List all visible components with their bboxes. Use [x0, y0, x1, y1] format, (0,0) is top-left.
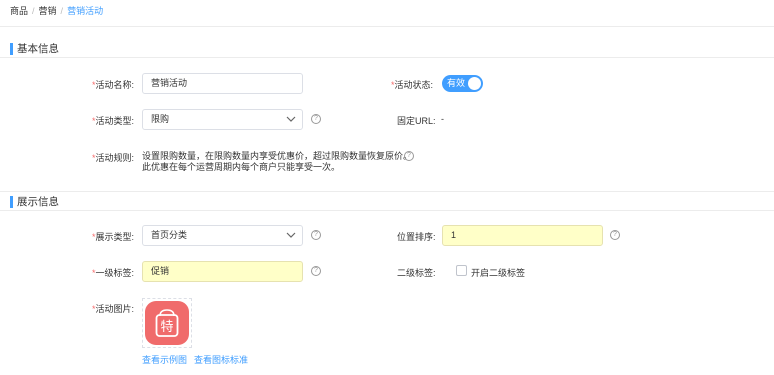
activity-type-label: *活动类型:	[92, 116, 135, 126]
fixed-url-label: 固定URL:	[397, 116, 436, 126]
breadcrumb-current: 营销活动	[67, 6, 104, 16]
view-example-link[interactable]: 查看示例图	[142, 353, 187, 366]
breadcrumb-item-marketing[interactable]: 营销	[39, 6, 57, 16]
toggle-text: 有效	[447, 78, 466, 88]
divider	[0, 26, 774, 27]
fixed-url-value: -	[441, 114, 444, 124]
position-sort-input[interactable]: 1	[442, 225, 603, 246]
section-marker	[10, 42, 13, 55]
chevron-down-icon	[286, 116, 296, 122]
display-type-label: *展示类型:	[92, 232, 135, 242]
activity-name-input[interactable]: 营销活动	[142, 73, 303, 94]
divider	[0, 57, 774, 58]
section-title: 展示信息	[17, 196, 59, 208]
divider	[0, 191, 774, 192]
activity-image-label: *活动图片:	[92, 304, 135, 314]
help-icon[interactable]: ?	[311, 266, 321, 276]
breadcrumb-item-goods[interactable]: 商品	[10, 6, 28, 16]
help-icon[interactable]: ?	[311, 230, 321, 240]
special-offer-icon: 特	[145, 301, 189, 345]
section-marker	[10, 195, 13, 208]
help-icon[interactable]: ?	[610, 230, 620, 240]
activity-rule-line2: 此优惠在每个运营周期内每个商户只能享受一次。	[142, 162, 341, 172]
activity-status-label: *活动状态:	[391, 80, 434, 90]
tag-level2-checkbox-label[interactable]: 开启二级标签	[471, 266, 525, 279]
activity-type-select[interactable]: 限购	[142, 109, 303, 130]
activity-type-value: 限购	[151, 114, 170, 124]
special-offer-icon-text: 特	[160, 320, 173, 335]
view-icon-standard-link[interactable]: 查看图标标准	[194, 353, 248, 366]
display-type-value: 首页分类	[151, 230, 188, 240]
help-icon[interactable]: ?	[404, 151, 414, 161]
section-basic-info: 基本信息	[10, 41, 59, 56]
tag-level2-label: 二级标签:	[397, 268, 436, 278]
chevron-down-icon	[286, 232, 296, 238]
breadcrumb-separator: /	[32, 6, 35, 16]
tag-level2-checkbox[interactable]	[456, 265, 467, 276]
breadcrumb-separator: /	[60, 6, 64, 16]
help-icon[interactable]: ?	[311, 114, 321, 124]
divider	[0, 210, 774, 211]
section-title: 基本信息	[17, 43, 59, 55]
section-display-info: 展示信息	[10, 194, 59, 209]
tag-level1-input[interactable]: 促销	[142, 261, 303, 282]
tag-level1-label: *一级标签:	[92, 268, 135, 278]
display-type-select[interactable]: 首页分类	[142, 225, 303, 246]
activity-name-label: *活动名称:	[92, 80, 135, 90]
position-sort-label: 位置排序:	[397, 232, 436, 242]
activity-status-toggle[interactable]: 有效	[442, 75, 483, 92]
activity-image-upload[interactable]: 特	[142, 298, 192, 348]
toggle-knob	[468, 77, 481, 90]
activity-rule-line1: 设置限购数量，在限购数量内享受优惠价，超过限购数量恢复原价。	[142, 151, 413, 161]
breadcrumb: 商品 / 营销 / 营销活动	[10, 4, 103, 17]
activity-rule-label: *活动规则:	[92, 153, 135, 163]
